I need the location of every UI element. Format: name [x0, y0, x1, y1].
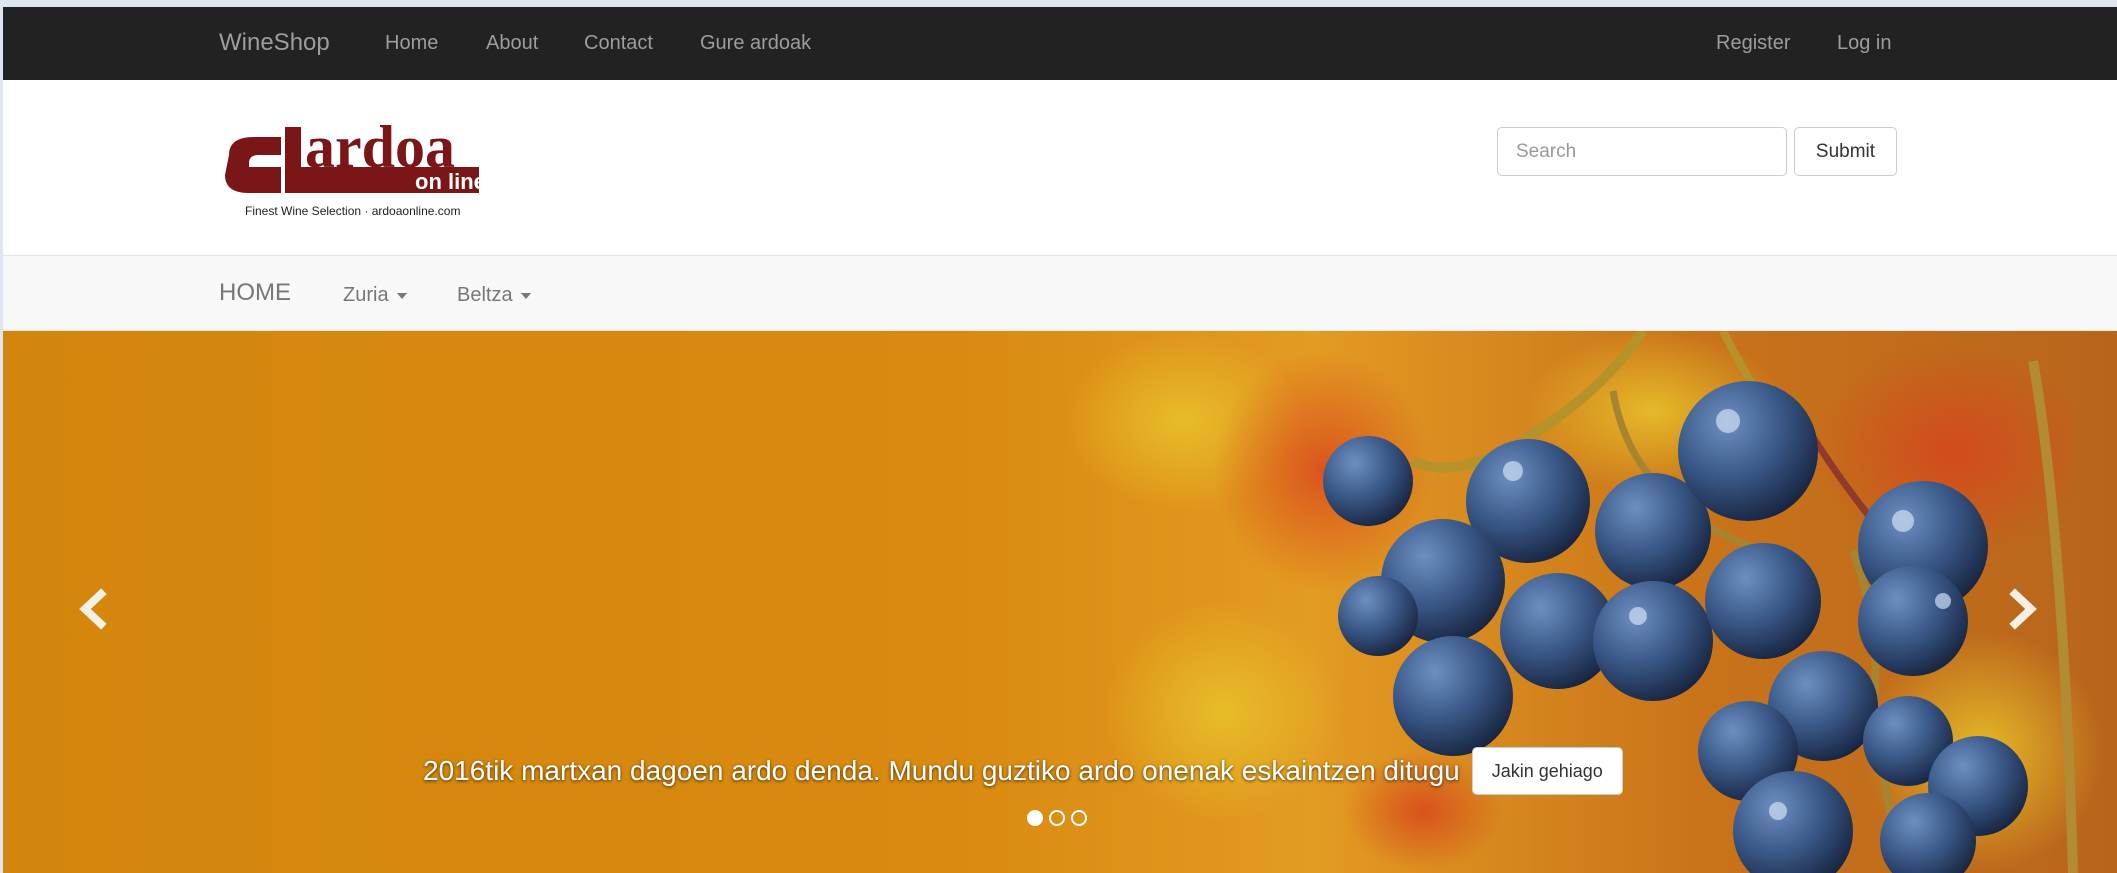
hero-carousel: 2016tik martxan dagoen ardo denda. Mundu…	[3, 331, 2117, 873]
caret-down-icon	[520, 292, 531, 299]
nav-contact-link[interactable]: Contact	[584, 32, 653, 55]
carousel-caption: 2016tik martxan dagoen ardo denda. Mundu…	[423, 746, 1623, 796]
category-zuria-label: Zuria	[343, 284, 389, 306]
carousel-indicators	[1027, 810, 1087, 826]
submit-button[interactable]: Submit	[1794, 127, 1897, 176]
logo-subtext: on line	[415, 169, 481, 194]
page: WineShop Home About Contact Gure ardoak …	[3, 7, 2117, 873]
carousel-caption-text: 2016tik martxan dagoen ardo denda. Mundu…	[423, 755, 1460, 786]
category-home-link[interactable]: HOME	[219, 279, 291, 307]
chevron-right-icon[interactable]	[1999, 586, 2045, 632]
carousel-indicator-1[interactable]	[1027, 810, 1043, 826]
logo-tagline: Finest Wine Selection · ardoaonline.com	[245, 204, 460, 218]
chevron-left-icon[interactable]	[71, 586, 117, 632]
ardoa-logo[interactable]: ardoa on line Finest Wine Selection · ar…	[219, 107, 481, 225]
carousel-indicator-3[interactable]	[1071, 810, 1087, 826]
top-navbar: WineShop Home About Contact Gure ardoak …	[3, 7, 2117, 80]
register-link[interactable]: Register	[1716, 32, 1790, 55]
nav-gure-ardoak-link[interactable]: Gure ardoak	[700, 32, 811, 55]
category-beltza-dropdown[interactable]: Beltza	[457, 284, 531, 307]
nav-about-link[interactable]: About	[486, 32, 538, 55]
brand-link[interactable]: WineShop	[219, 29, 330, 57]
nav-home-link[interactable]: Home	[385, 32, 438, 55]
carousel-indicator-2[interactable]	[1049, 810, 1065, 826]
site-header: ardoa on line Finest Wine Selection · ar…	[3, 80, 2117, 256]
search-input[interactable]	[1497, 127, 1787, 176]
category-beltza-label: Beltza	[457, 284, 513, 306]
category-navbar: HOME Zuria Beltza	[3, 256, 2117, 331]
learn-more-button[interactable]: Jakin gehiago	[1471, 747, 1623, 795]
caret-down-icon	[396, 292, 407, 299]
category-zuria-dropdown[interactable]: Zuria	[343, 284, 407, 307]
login-link[interactable]: Log in	[1837, 32, 1892, 55]
